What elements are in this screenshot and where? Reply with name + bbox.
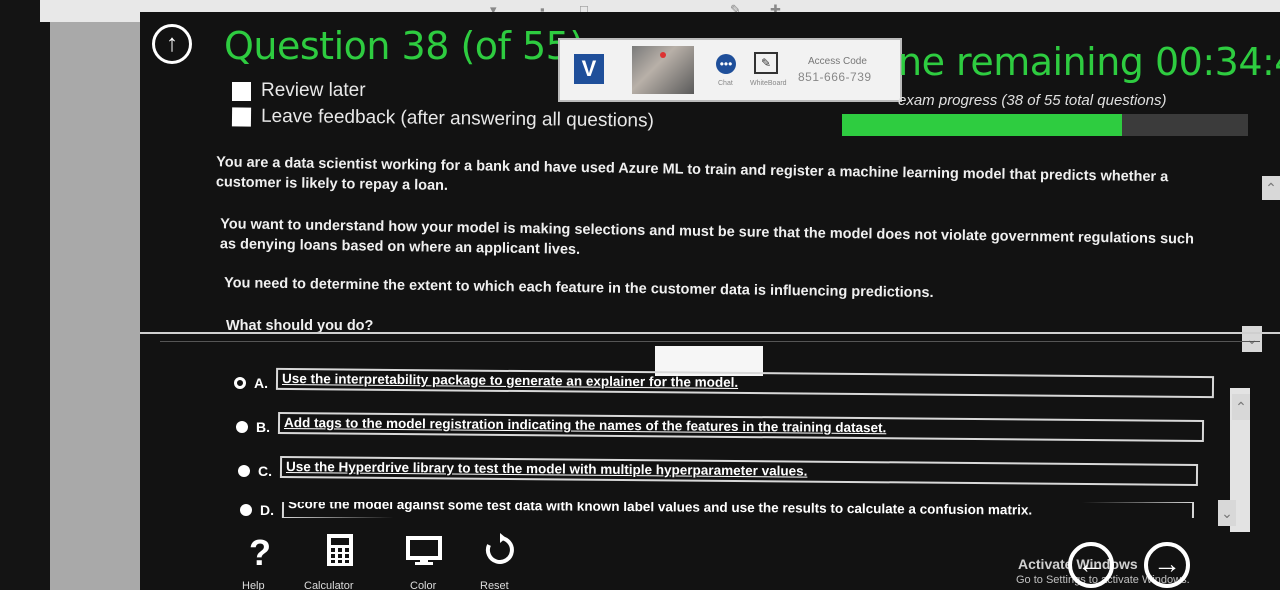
reset-button[interactable] [480,532,520,572]
divider [160,341,1260,342]
option-text[interactable]: Score the model against some test data w… [281,502,1194,518]
access-code-label: Access Code [808,56,867,67]
previous-arrow-icon[interactable]: ← [1068,542,1114,588]
options-scroll-down-icon[interactable]: ⌄ [1218,500,1236,526]
help-label: Help [242,580,265,590]
recording-dot-icon [660,52,666,58]
question-scroll-up-icon[interactable]: ⌃ [1262,176,1280,200]
option-letter: A. [254,375,268,391]
proctor-camera-feed [632,46,694,94]
calculator-button[interactable] [320,532,360,572]
question-title: Question 38 (of 55) [224,24,584,68]
review-later-checkbox[interactable]: Review later [232,80,366,102]
calculator-icon [327,534,353,566]
options-scroll-up-icon[interactable]: ⌃ [1232,394,1250,420]
time-remaining: ne remaining 00:34:46 [898,40,1280,84]
radio-selected-icon[interactable] [234,377,246,389]
checkbox-icon[interactable] [231,106,252,127]
chat-icon[interactable]: ••• [716,54,736,74]
back-arrow-icon[interactable]: ↑ [152,24,192,64]
help-button[interactable]: ? [240,532,280,573]
option-text[interactable]: Use the Hyperdrive library to test the m… [279,455,1199,487]
divider [140,332,1280,334]
reset-icon [485,533,514,564]
question-scroll-down-icon[interactable]: ⌄ [1242,326,1262,352]
color-button[interactable] [404,532,444,572]
option-letter: D. [260,502,274,518]
chat-caption: Chat [718,80,733,87]
exam-progress-fill [842,114,1123,136]
next-arrow-icon[interactable]: → [1144,542,1190,588]
whiteboard-caption: WhiteBoard [750,80,787,87]
exam-progress-label: exam progress (38 of 55 total questions) [898,92,1167,109]
monitor-icon [406,536,442,565]
option-text[interactable]: Add tags to the model registration indic… [277,411,1205,443]
option-letter: C. [258,463,272,479]
checkbox-icon[interactable] [232,81,251,101]
radio-icon[interactable] [238,465,250,477]
reset-label: Reset [480,580,509,590]
proctor-overlay: V ••• Chat ✎ WhiteBoard Access Code 851-… [558,38,902,102]
help-icon: ? [249,532,271,573]
calculator-label: Calculator [304,580,354,590]
color-label: Color [410,580,437,590]
answer-option-d[interactable]: D. Score the model against some test dat… [240,502,1194,518]
whiteboard-icon[interactable]: ✎ [754,52,778,74]
access-code: 851-666-739 [798,70,872,84]
proctor-logo: V [574,54,604,84]
answer-option-a[interactable]: A. Use the interpretability package to g… [234,367,1215,399]
option-text[interactable]: Use the interpretability package to gene… [275,367,1215,399]
answer-option-c[interactable]: C. Use the Hyperdrive library to test th… [238,455,1199,487]
answer-option-b[interactable]: B. Add tags to the model registration in… [236,411,1205,443]
review-later-label: Review later [261,80,366,101]
radio-icon[interactable] [240,504,252,516]
exam-progress-bar [842,114,1248,136]
radio-icon[interactable] [236,421,248,433]
option-letter: B. [256,419,270,435]
